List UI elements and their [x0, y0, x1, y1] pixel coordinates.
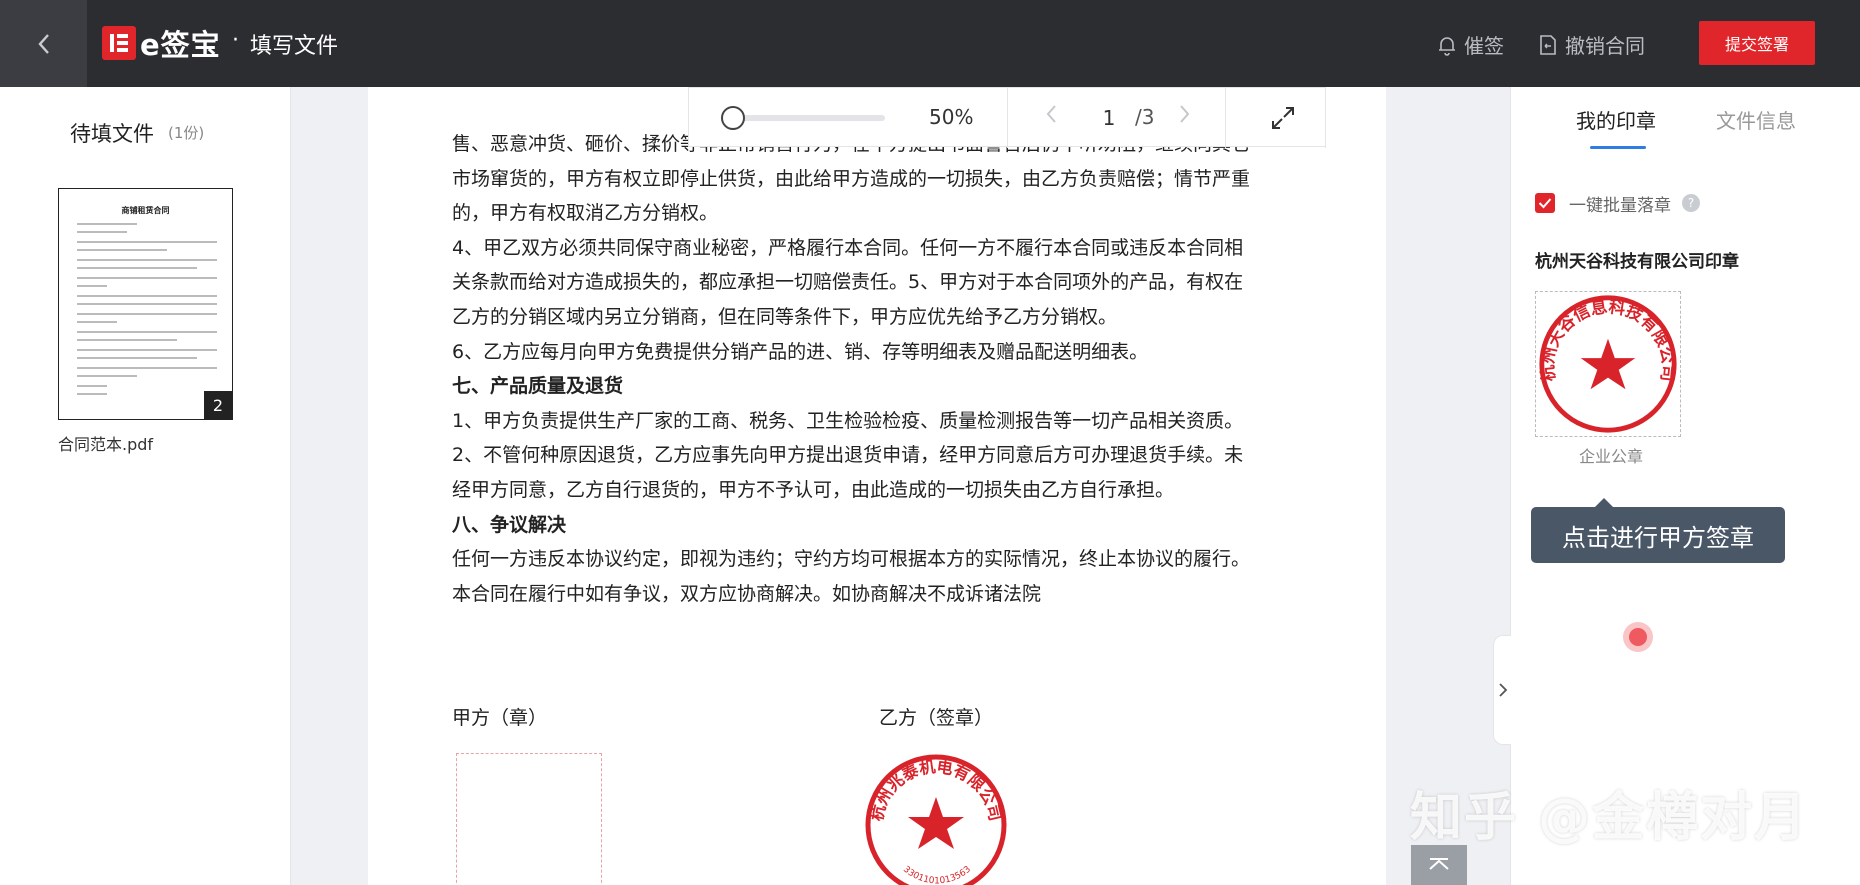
company-seal-card[interactable]: 杭州天谷信息科技有限公司 — [1535, 291, 1681, 652]
party-a-label: 甲方（章） — [452, 707, 548, 729]
document-line: 乙方的分销区域内另立分销商，但在同等条件下，甲方应优先给予乙方分销权。 — [452, 305, 1118, 328]
thumbnail-text-line — [77, 331, 217, 333]
thumbnail-text-line — [77, 357, 197, 359]
chevron-left-icon — [1046, 105, 1056, 123]
thumbnail-text-line — [77, 303, 217, 305]
pending-files-panel: 待填文件 (1份) 商铺租赁合同 2 合同范本.pdf — [0, 87, 291, 885]
thumbnail-text-line — [77, 285, 107, 287]
thumbnail-text-line — [77, 277, 217, 279]
document-line: 的，甲方有权取消乙方分销权。 — [452, 202, 719, 225]
revoke-contract-label: 撤销合同 — [1565, 34, 1645, 58]
document-line: 2、不管何种原因退货，乙方应事先向甲方提出退货申请，经甲方同意后方可办理退货手续… — [452, 444, 1244, 467]
collapse-panel-button[interactable] — [1493, 635, 1511, 745]
title-separator: · — [232, 28, 239, 53]
company-seal-title: 杭州天谷科技有限公司印章 — [1535, 252, 1739, 272]
document-viewer: 售、恶意冲货、砸价、揉价等非正常销售行为，在甲方提出书面警告后仍不听劝阻，继续向… — [292, 87, 1510, 885]
help-icon[interactable]: ? — [1682, 194, 1700, 212]
section-heading: 七、产品质量及退货 — [452, 375, 624, 398]
thumbnail-text-line — [77, 231, 127, 233]
chevron-right-icon — [1180, 105, 1190, 123]
document-line: 1、甲方负责提供生产厂家的工商、税务、卫生检验检疫、质量检测报告等一切产品相关资… — [452, 409, 1244, 432]
top-bar: e签宝 · 填写文件 催签 撤销合同 提交签署 — [0, 0, 1860, 87]
sign-hint-tooltip: 点击进行甲方签章 — [1531, 498, 1785, 563]
thumbnail-text-line — [77, 385, 107, 387]
pending-files-count: (1份) — [168, 124, 205, 142]
remind-sign-label: 催签 — [1464, 34, 1504, 58]
party-b-seal-number: 3301101013563 — [901, 865, 973, 885]
document-line: 经甲方同意，乙方自行退货的，甲方不予认可，由此造成的一切损失由乙方自行承担。 — [452, 478, 1175, 501]
batch-seal-label: 一键批量落章 — [1569, 196, 1671, 216]
prev-page-button[interactable] — [1045, 102, 1059, 132]
tab-file-info[interactable]: 文件信息 — [1716, 105, 1796, 134]
thumbnail-text-line — [77, 393, 107, 395]
party-b-label: 乙方（签章） — [879, 707, 994, 729]
thumbnail-text-line — [77, 339, 177, 341]
zoom-slider-track[interactable] — [729, 115, 885, 121]
submit-sign-button[interactable]: 提交签署 — [1699, 21, 1815, 65]
checkmark-icon — [1538, 198, 1552, 209]
document-body: 售、恶意冲货、砸价、揉价等非正常销售行为，在甲方提出书面警告后仍不听劝阻，继续向… — [452, 127, 1312, 611]
document-line: 任何一方违反本协议约定，即视为违约；守约方均可根据本方的实际情况，终止本协议的履… — [452, 548, 1251, 571]
document-line: 市场窜货的，甲方有权立即停止供货，由此给甲方造成的一切损失，由乙方负责赔偿；情节… — [452, 167, 1251, 190]
revoke-contract-button[interactable]: 撤销合同 — [1537, 30, 1645, 59]
fullscreen-icon[interactable] — [1269, 104, 1297, 132]
page-number-input[interactable]: 1 — [1084, 101, 1134, 135]
section-heading: 八、争议解决 — [452, 513, 567, 536]
thumbnail-text-line — [77, 267, 197, 269]
batch-seal-checkbox[interactable] — [1535, 193, 1555, 213]
zoom-level: 50% — [929, 105, 974, 129]
thumbnail-text-line — [77, 321, 117, 323]
thumbnail-text-line — [77, 223, 137, 225]
document-line: 本合同在履行中如有争议，双方应协商解决。如协商解决不成诉诸法院 — [452, 582, 1042, 605]
page-total: /3 — [1135, 105, 1155, 129]
chevron-left-icon — [37, 33, 49, 54]
thumbnail-text-line — [77, 241, 217, 243]
watermark: 知乎 @金樽对月 — [1410, 788, 1809, 848]
tab-my-seals[interactable]: 我的印章 — [1576, 105, 1656, 134]
seal-type-label: 企业公章 — [1578, 447, 1643, 466]
thumbnail-text-line — [77, 375, 137, 377]
party-b-seal: 杭州兆泰机电有限公司 3301101013563 — [865, 754, 1007, 885]
toolbar-divider — [1007, 88, 1008, 148]
toolbar-divider — [1325, 88, 1326, 148]
active-tab-indicator — [1590, 146, 1646, 149]
document-revoke-icon — [1540, 34, 1556, 55]
brand-name: e签宝 — [140, 28, 221, 62]
bell-icon — [1439, 36, 1455, 56]
back-button[interactable] — [0, 0, 87, 87]
remind-sign-button[interactable]: 催签 — [1436, 30, 1504, 59]
scroll-to-top-button[interactable] — [1411, 845, 1467, 885]
company-seal: 杭州天谷信息科技有限公司 — [1537, 295, 1679, 433]
thumbnail-title: 商铺租赁合同 — [121, 206, 170, 215]
thumbnail-text-line — [77, 295, 217, 297]
click-indicator — [1623, 622, 1653, 652]
document-line: 6、乙方应每月向甲方免费提供分销产品的进、销、存等明细表及赠品配送明细表。 — [452, 340, 1149, 363]
thumbnail-text-line — [77, 349, 217, 351]
viewer-toolbar: 50% 1 /3 — [688, 87, 1326, 148]
party-a-seal-slot[interactable] — [456, 753, 602, 885]
svg-text:3301101013563: 3301101013563 — [901, 865, 973, 885]
seal-panel: 我的印章 文件信息 一键批量落章 ? 杭州天谷科技有限公司印章 杭州天谷信息科技… — [1493, 87, 1860, 885]
document-line: 4、甲乙双方必须共同保守商业秘密，严格履行本合同。任何一方不履行本合同或违反本合… — [452, 236, 1244, 259]
page-title: 填写文件 — [250, 34, 339, 59]
document-line: 关条款而给对方造成损失的，都应承担一切赔偿责任。5、甲方对于本合同项外的产品，有… — [452, 271, 1244, 294]
thumbnail-text-line — [77, 249, 167, 251]
thumbnail-text-line — [77, 367, 217, 369]
zoom-slider-handle[interactable] — [720, 106, 745, 130]
brand-logo-icon — [102, 26, 136, 60]
document-page: 售、恶意冲货、砸价、揉价等非正常销售行为，在甲方提出书面警告后仍不听劝阻，继续向… — [368, 87, 1386, 885]
chevron-up-icon — [1429, 858, 1449, 870]
chevron-right-icon — [1498, 683, 1507, 697]
file-thumbnail[interactable]: 商铺租赁合同 2 — [58, 188, 233, 420]
thumbnail-text-line — [77, 313, 217, 315]
toolbar-divider — [1225, 88, 1226, 148]
page-count-badge: 2 — [204, 391, 232, 419]
thumbnail-text-line — [77, 259, 217, 261]
pending-files-title: 待填文件 — [70, 122, 154, 146]
file-name[interactable]: 合同范本.pdf — [58, 431, 153, 455]
next-page-button[interactable] — [1177, 102, 1191, 132]
